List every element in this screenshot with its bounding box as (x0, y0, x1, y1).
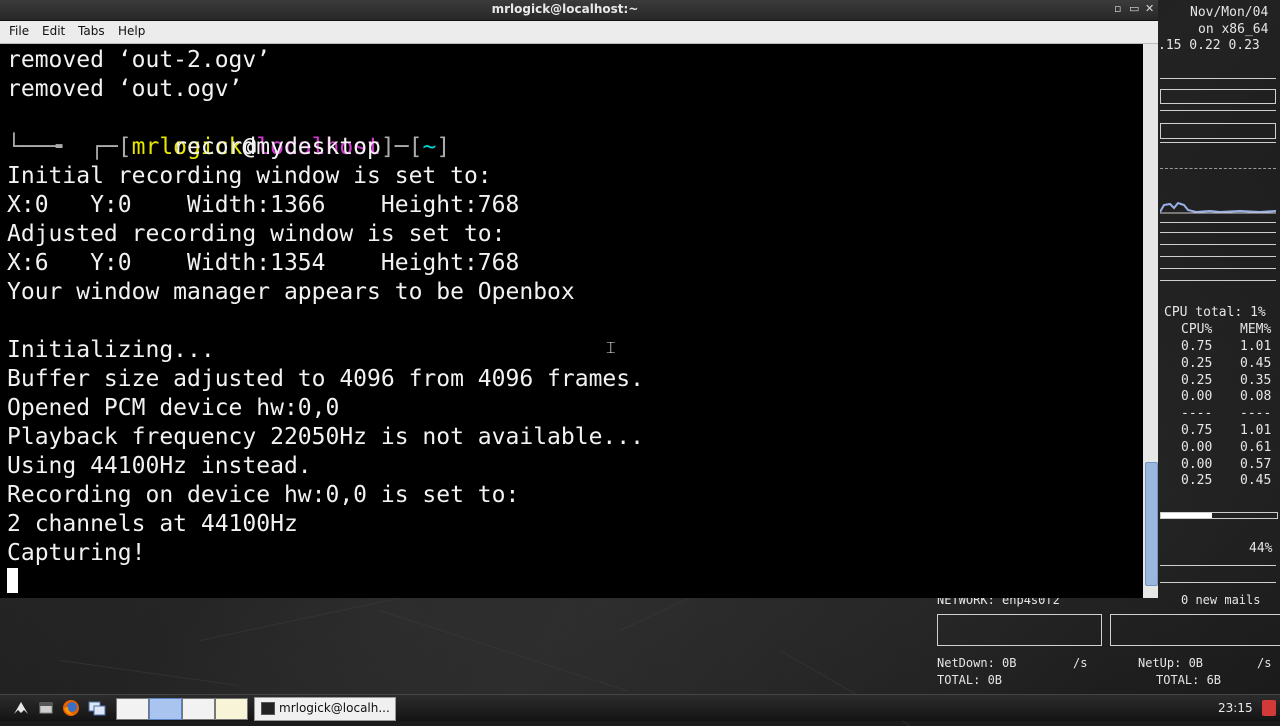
net-down-graph (937, 614, 1102, 646)
menu-tabs[interactable]: Tabs (78, 24, 105, 38)
terminal-line: removed ‘out.ogv’ (7, 76, 243, 102)
cpu-total-label: CPU total: 1% (1164, 305, 1266, 320)
terminal-line: X:6 Y:0 Width:1354 Height:768 (7, 250, 520, 276)
process-mem-value: 0.08 (1240, 389, 1272, 405)
task-button-label: mrlogick@localh... (279, 701, 390, 715)
process-mem-value: 0.45 (1240, 473, 1272, 489)
task-button-terminal[interactable]: mrlogick@localh... (254, 697, 396, 721)
terminal-line: Capturing! (7, 540, 146, 566)
net-down-label: NetDown: 0B (937, 656, 1017, 670)
close-button[interactable]: ✕ (1145, 2, 1154, 15)
total-up-label: TOTAL: 6B (1156, 673, 1222, 687)
menu-help[interactable]: Help (118, 24, 145, 38)
openbox-menu-icon[interactable] (12, 699, 30, 717)
process-mem-value: ---- (1240, 406, 1272, 422)
cpu-percent-header: CPU% (1181, 322, 1213, 337)
conky-bar (1160, 89, 1276, 104)
window-list-icon[interactable] (88, 699, 106, 717)
net-down-unit: /s (1073, 656, 1088, 670)
net-up-graph (1110, 614, 1280, 646)
mail-label: 0 new mails (1181, 593, 1261, 607)
clock[interactable]: 23:15 (1218, 701, 1253, 715)
process-mem-value: 0.61 (1240, 439, 1272, 455)
terminal-line: Adjusted recording window is set to: (7, 221, 506, 247)
command-line: └──╼ recordmydesktop (7, 134, 381, 160)
menu-file[interactable]: File (9, 24, 29, 38)
process-cpu-value: 0.00 (1181, 389, 1213, 405)
process-mem-value: 1.01 (1240, 339, 1272, 354)
process-cpu-value: 0.25 (1181, 372, 1213, 388)
process-cpu-value: 0.00 (1181, 439, 1213, 455)
prompt-line: ┌─[mrlogick@localhost]─[~] (90, 134, 451, 160)
terminal-line: Opened PCM device hw:0,0 (7, 395, 340, 421)
desktop-pager-item[interactable] (215, 698, 248, 720)
conky-system-monitor: Nov/Mon/04 on x86_64 .15 0.22 0.23 CPU t… (1158, 0, 1280, 600)
net-up-unit: /s (1257, 656, 1272, 670)
terminal-line: Playback frequency 22050Hz is not availa… (7, 424, 644, 450)
process-cpu-value: 0.00 (1181, 456, 1213, 472)
desktop-pager-icon[interactable] (116, 698, 149, 720)
process-mem-value: 0.57 (1240, 456, 1272, 472)
window-titlebar[interactable]: mrlogick@localhost:~ ▫ ▭ ✕ (0, 0, 1158, 21)
conky-date: Nov/Mon/04 (1190, 5, 1269, 20)
conky-arch: on x86_64 (1198, 22, 1269, 37)
conky-load-average: .15 0.22 0.23 (1158, 38, 1260, 53)
show-desktop-icon[interactable] (37, 699, 55, 717)
process-cpu-value: 0.75 (1181, 339, 1213, 354)
menu-edit[interactable]: Edit (42, 24, 65, 38)
taskbar: mrlogick@localh... 23:15 (0, 694, 1280, 721)
mem-percent-header: MEM% (1240, 322, 1272, 337)
conky-bar (1160, 123, 1276, 139)
terminal-line: Recording on device hw:0,0 is set to: (7, 482, 520, 508)
process-cpu-value: ---- (1181, 406, 1213, 422)
maximize-button[interactable]: ▭ (1129, 2, 1139, 15)
terminal-icon (261, 702, 275, 715)
terminal-line: Using 44100Hz instead. (7, 453, 312, 479)
terminal-line: X:0 Y:0 Width:1366 Height:768 (7, 192, 520, 218)
terminal-line: Initializing... (7, 337, 215, 363)
window-title: mrlogick@localhost:~ (491, 2, 639, 16)
terminal-line: 2 channels at 44100Hz (7, 511, 298, 537)
terminal-screen[interactable]: removed ‘out-2.ogv’ removed ‘out.ogv’ ┌─… (0, 44, 1143, 598)
terminal-line: removed ‘out-2.ogv’ (7, 47, 271, 73)
terminal-window[interactable]: mrlogick@localhost:~ ▫ ▭ ✕ File Edit Tab… (0, 0, 1158, 598)
process-cpu-value: 0.25 (1181, 473, 1213, 489)
text-cursor (7, 568, 18, 593)
desktop-pager[interactable] (116, 698, 248, 720)
process-cpu-value: 0.75 (1181, 423, 1213, 438)
firefox-icon[interactable] (62, 699, 80, 717)
net-up-label: NetUp: 0B (1138, 656, 1204, 670)
desktop-pager-active[interactable] (149, 698, 182, 720)
notification-icon[interactable] (1262, 700, 1276, 716)
iconify-button[interactable]: ▫ (1114, 2, 1121, 15)
memory-bar (1160, 512, 1278, 519)
scrollbar-thumb[interactable] (1145, 462, 1158, 586)
menu-bar: File Edit Tabs Help (0, 21, 1158, 44)
total-down-label: TOTAL: 0B (937, 673, 1003, 687)
process-mem-value: 0.35 (1240, 372, 1272, 388)
process-mem-value: 0.45 (1240, 355, 1272, 371)
desktop-pager-item[interactable] (182, 698, 215, 720)
terminal-line: Initial recording window is set to: (7, 163, 492, 189)
terminal-line: Your window manager appears to be Openbo… (7, 279, 575, 305)
bar-percent: 44% (1249, 541, 1273, 556)
cpu-graph (1160, 201, 1276, 214)
process-cpu-value: 0.25 (1181, 355, 1213, 371)
mouse-ibeam-icon: ⌶ (606, 338, 616, 357)
process-mem-value: 1.01 (1240, 423, 1272, 438)
terminal-line: Buffer size adjusted to 4096 from 4096 f… (7, 366, 644, 392)
